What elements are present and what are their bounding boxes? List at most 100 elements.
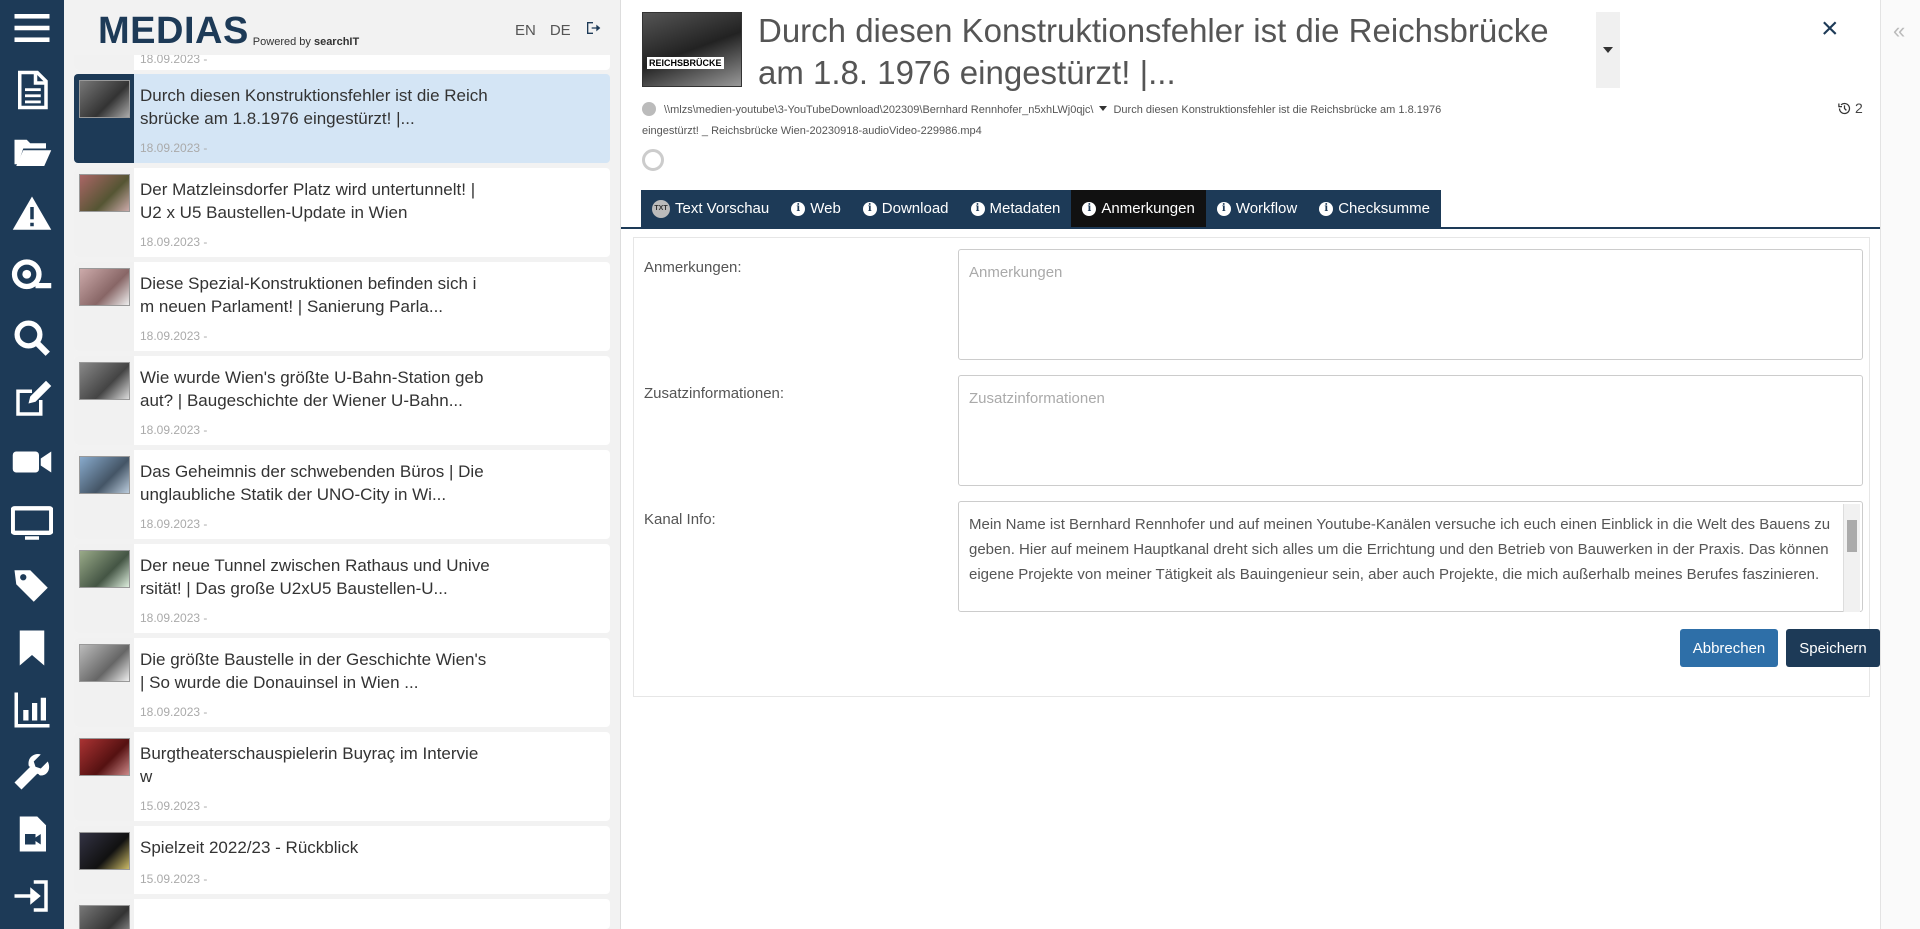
list-item[interactable]: Das Geheimnis der schwebenden Büros | Di… (74, 450, 610, 539)
list-item-body: Die größte Baustelle in der Geschichte W… (134, 638, 610, 727)
edit-icon[interactable] (8, 376, 56, 424)
tab-underline (621, 227, 1881, 229)
list-item[interactable]: Durch diesen Konstruktionsfehler ist die… (74, 74, 610, 163)
list-item[interactable]: Spielzeit 2022/23 - Rückblick 15.09.2023… (74, 826, 610, 894)
list-item-title: Diese Spezial-Konstruktionen befinden si… (140, 274, 477, 316)
result-list: 18.09.2023 - Durch diesen Konstruktionsf… (74, 55, 610, 929)
list-item-body: Diese Spezial-Konstruktionen befinden si… (134, 262, 610, 351)
annotations-form: Anmerkungen: Zusatzinformationen: Kanal … (633, 237, 1880, 697)
list-item-title: Durch diesen Konstruktionsfehler ist die… (140, 86, 488, 128)
list-item-body: Der neue Tunnel zwischen Rathaus und Uni… (134, 544, 610, 633)
thumb-column (74, 74, 134, 163)
channel-info-textarea[interactable] (958, 501, 1863, 612)
video-thumbnail (79, 456, 130, 494)
list-item-date: 18.09.2023 - (140, 423, 208, 437)
list-item[interactable]: Diese Spezial-Konstruktionen befinden si… (74, 262, 610, 351)
wrench-icon[interactable] (8, 748, 56, 796)
notes-textarea[interactable] (958, 249, 1863, 360)
list-item-date: 18.09.2023 - (140, 141, 208, 155)
video-camera-icon[interactable] (8, 438, 56, 486)
tab-label: Workflow (1235, 200, 1298, 217)
list-item-title: Das Geheimnis der schwebenden Büros | Di… (140, 462, 484, 504)
powered-prefix: Powered by (252, 36, 314, 48)
tab-label: Web (810, 200, 841, 217)
tab-label: Checksumme (1338, 200, 1430, 217)
thumb-column (74, 262, 134, 351)
extra-info-textarea[interactable] (958, 375, 1863, 486)
list-item-body: Durch diesen Konstruktionsfehler ist die… (134, 74, 610, 163)
tab-download[interactable]: i Download (852, 190, 960, 227)
chart-icon[interactable] (8, 686, 56, 734)
list-item[interactable]: Die größte Baustelle in der Geschichte W… (74, 638, 610, 727)
video-thumbnail (79, 550, 130, 588)
video-thumbnail (79, 174, 130, 212)
caret-down-icon[interactable] (1099, 106, 1108, 111)
video-thumbnail (79, 362, 130, 400)
list-item-body: 18.09.2023 - (134, 55, 610, 70)
file-path: \\mlzs\medien-youtube\3-YouTubeDownload\… (642, 100, 1582, 142)
powered-by: Powered by searchIT (253, 36, 359, 48)
video-thumbnail (79, 738, 130, 776)
cancel-button[interactable]: Abbrechen (1680, 629, 1778, 667)
icon-rail (0, 0, 64, 929)
video-thumbnail (79, 832, 130, 870)
lang-en[interactable]: EN (515, 22, 536, 39)
list-item-title: Der Matzleinsdorfer Platz wird untertunn… (140, 180, 476, 222)
document-icon[interactable] (8, 66, 56, 114)
monitor-icon[interactable] (8, 500, 56, 548)
list-item[interactable]: Wie wurde Wien's größte U-Bahn-Station g… (74, 356, 610, 445)
status-circle-icon[interactable] (642, 149, 664, 171)
txt-icon: TXT (652, 199, 670, 218)
save-button[interactable]: Speichern (1786, 629, 1880, 667)
history-icon (1838, 102, 1851, 114)
channel-info-scrollbar[interactable] (1843, 504, 1860, 612)
logout-icon[interactable] (585, 20, 601, 40)
list-item-body: Spielzeit 2022/23 - Rückblick 15.09.2023… (134, 826, 610, 894)
close-button[interactable]: × (1821, 14, 1839, 44)
thumb-column (74, 638, 134, 727)
list-item-title: Burgtheaterschauspielerin Buyraç im Inte… (140, 744, 479, 786)
lang-de[interactable]: DE (550, 22, 571, 39)
list-item-date: 18.09.2023 - (140, 611, 208, 625)
tab-label: Anmerkungen (1101, 200, 1195, 217)
file-path-dir[interactable]: \\mlzs\medien-youtube\3-YouTubeDownload\… (664, 104, 1093, 116)
search-ring-icon[interactable] (8, 252, 56, 300)
tab-text-preview[interactable]: TXT Text Vorschau (641, 190, 780, 227)
folder-open-icon[interactable] (8, 128, 56, 176)
search-icon[interactable] (8, 314, 56, 362)
video-thumbnail (79, 644, 130, 682)
video-file-icon[interactable] (8, 810, 56, 858)
tab-workflow[interactable]: i Workflow (1206, 190, 1308, 227)
list-item[interactable]: Der neue Tunnel zwischen Rathaus und Uni… (74, 544, 610, 633)
list-item-partial[interactable]: 18.09.2023 - (74, 55, 610, 70)
tab-web[interactable]: i Web (780, 190, 852, 227)
list-item-partial[interactable] (74, 899, 610, 929)
tab-metadata[interactable]: i Metadaten (960, 190, 1072, 227)
thumb-column (74, 899, 134, 929)
thumb-column (74, 168, 134, 257)
tab-checksum[interactable]: i Checksumme (1308, 190, 1441, 227)
list-item-body: Burgtheaterschauspielerin Buyraç im Inte… (134, 732, 610, 821)
warning-icon[interactable] (8, 190, 56, 238)
menu-icon[interactable] (8, 4, 56, 52)
tags-icon[interactable] (8, 562, 56, 610)
tab-label: Text Vorschau (675, 200, 770, 217)
notes-label: Anmerkungen: (644, 259, 742, 276)
bookmark-icon[interactable] (8, 624, 56, 672)
info-icon: i (1082, 201, 1097, 216)
scrollbar-thumb[interactable] (1847, 520, 1857, 552)
list-item[interactable]: Der Matzleinsdorfer Platz wird untertunn… (74, 168, 610, 257)
version-history[interactable]: 2 (1837, 100, 1863, 116)
expand-chevrons-icon[interactable]: « (1893, 18, 1905, 44)
list-item-body: Der Matzleinsdorfer Platz wird untertunn… (134, 168, 610, 257)
list-item[interactable]: Burgtheaterschauspielerin Buyraç im Inte… (74, 732, 610, 821)
thumbnail-caption: REICHSBRÜCKE (647, 57, 724, 69)
tab-annotations[interactable]: i Anmerkungen (1071, 190, 1206, 227)
channel-info-label: Kanal Info: (644, 511, 716, 528)
list-item-date: 15.09.2023 - (140, 872, 208, 886)
sign-in-icon[interactable] (8, 872, 56, 920)
video-thumbnail (79, 268, 130, 306)
tab-bar: TXT Text Vorschau i Web i Download i Metadat… (641, 190, 1441, 227)
title-dropdown-toggle[interactable] (1596, 12, 1620, 88)
arrow-right-icon[interactable] (642, 102, 656, 116)
